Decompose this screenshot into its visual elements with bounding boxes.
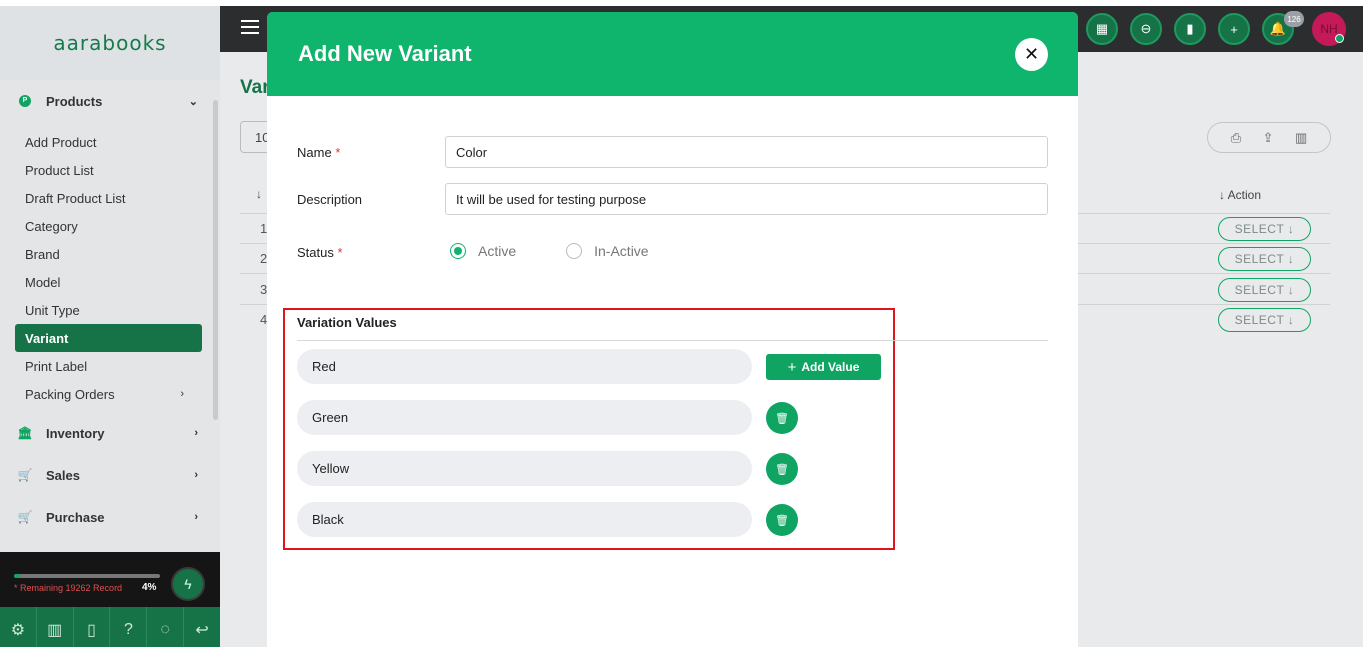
sidebar-section-label: Sales: [46, 467, 80, 483]
trash-icon: 🗑: [775, 412, 789, 425]
remaining-records-text: * Remaining 19262 Record: [14, 583, 123, 593]
sidebar-section-label: Purchase: [46, 509, 105, 525]
sidebar-item-print-label[interactable]: Print Label: [15, 352, 202, 380]
chevron-right-icon: ›: [194, 511, 198, 523]
variation-value-input[interactable]: Green: [297, 400, 752, 435]
logout-icon[interactable]: ↩: [184, 607, 220, 647]
notification-badge: 126: [1284, 11, 1304, 27]
delete-value-button[interactable]: 🗑: [766, 453, 798, 485]
sort-arrow-icon[interactable]: ↓: [256, 187, 262, 201]
sidebar-item-unit-type[interactable]: Unit Type: [15, 296, 202, 324]
remaining-percent: 4%: [142, 582, 157, 593]
chevron-down-icon: ⌄: [188, 95, 198, 108]
upgrade-button[interactable]: ϟ: [171, 567, 205, 601]
sidebar: aarabooks P Products ⌄ Add Product Produ…: [0, 6, 220, 647]
plus-icon: +: [787, 358, 797, 376]
delete-value-button[interactable]: 🗑: [766, 402, 798, 434]
sidebar-item-variant[interactable]: Variant: [15, 324, 202, 352]
cart-icon: 🛒: [17, 468, 33, 482]
modal-header: Add New Variant ✕: [267, 12, 1078, 96]
sidebar-item-draft-product-list[interactable]: Draft Product List: [15, 184, 202, 212]
menu-toggle-icon[interactable]: [241, 20, 259, 34]
record-progress-bar: [14, 574, 160, 578]
sidebar-menu: P Products ⌄ Add Product Product List Dr…: [0, 86, 212, 556]
book-icon[interactable]: ▯: [74, 607, 111, 647]
page-title: Var: [240, 77, 270, 98]
help-icon[interactable]: ?: [110, 607, 148, 647]
status-inactive-label[interactable]: In-Active: [594, 243, 648, 259]
name-label: Name *: [297, 145, 341, 160]
book-icon[interactable]: ▮: [1174, 13, 1206, 45]
chevron-right-icon: ›: [194, 469, 198, 481]
close-icon: ✕: [1023, 44, 1040, 64]
online-status-dot: [1335, 34, 1344, 43]
print-icon[interactable]: ⎙: [1231, 130, 1241, 146]
action-column-header[interactable]: ↓ Action: [1219, 188, 1261, 202]
status-active-radio[interactable]: [450, 243, 466, 259]
status-radio-group: Active In-Active: [450, 243, 699, 259]
description-field[interactable]: It will be used for testing purpose: [445, 183, 1048, 215]
bank-icon: 🏛: [17, 426, 33, 440]
select-button[interactable]: SELECT ↓: [1218, 308, 1311, 332]
sidebar-section-inventory[interactable]: 🏛 Inventory ›: [17, 423, 198, 443]
variation-value-input[interactable]: Black: [297, 502, 752, 537]
sidebar-scrollbar[interactable]: [213, 100, 218, 420]
trash-icon: 🗑: [775, 514, 789, 527]
delete-value-button[interactable]: 🗑: [766, 504, 798, 536]
sidebar-item-packing-orders[interactable]: Packing Orders ›: [15, 380, 202, 408]
description-label: Description: [297, 192, 363, 207]
chevron-right-icon: ›: [194, 427, 198, 439]
variation-value-input[interactable]: Red: [297, 349, 752, 384]
sidebar-footer: ⚙ ▥ ▯ ? ◌ ↩: [0, 607, 220, 647]
report-icon[interactable]: ▥: [37, 607, 74, 647]
add-variant-modal: Add New Variant ✕ Name * Color Descripti…: [267, 12, 1078, 647]
status-active-label[interactable]: Active: [478, 243, 516, 259]
status-inactive-radio[interactable]: [566, 243, 583, 259]
sidebar-section-label: Inventory: [46, 425, 105, 441]
sidebar-section-label: Products: [46, 93, 103, 109]
settings-icon[interactable]: ⚙: [0, 607, 37, 647]
products-icon: P: [18, 94, 32, 108]
add-icon[interactable]: +: [1218, 13, 1250, 45]
cart-icon: 🛒: [17, 510, 33, 524]
record-progress-fill: [14, 574, 20, 578]
select-button[interactable]: SELECT ↓: [1218, 247, 1311, 271]
calculator-icon[interactable]: ▦: [1086, 13, 1118, 45]
columns-icon[interactable]: ▥: [1295, 130, 1307, 146]
export-icon[interactable]: ⇪: [1263, 130, 1274, 146]
close-button[interactable]: ✕: [1015, 38, 1048, 71]
variation-values-title: Variation Values: [297, 315, 397, 330]
sidebar-item-product-list[interactable]: Product List: [15, 156, 202, 184]
modal-title: Add New Variant: [298, 41, 472, 66]
record-usage-panel: * Remaining 19262 Record 4% ϟ: [0, 552, 220, 607]
chat-icon[interactable]: ◌: [147, 607, 185, 647]
app-logo[interactable]: aarabooks: [0, 6, 220, 80]
sidebar-section-sales[interactable]: 🛒 Sales ›: [18, 465, 198, 485]
lightning-icon: ϟ: [184, 576, 192, 592]
scan-icon[interactable]: ⊖: [1130, 13, 1162, 45]
trash-icon: 🗑: [775, 463, 789, 476]
sidebar-item-brand[interactable]: Brand: [15, 240, 202, 268]
table-tools: ⎙ ⇪ ▥: [1207, 122, 1331, 153]
add-value-button[interactable]: + Add Value: [766, 354, 881, 380]
sidebar-item-add-product[interactable]: Add Product: [15, 128, 202, 156]
sidebar-item-category[interactable]: Category: [15, 212, 202, 240]
name-field[interactable]: Color: [445, 136, 1048, 168]
status-label: Status *: [297, 245, 343, 260]
sidebar-section-products[interactable]: P Products ⌄: [18, 91, 198, 111]
select-button[interactable]: SELECT ↓: [1218, 217, 1311, 241]
sidebar-section-purchase[interactable]: 🛒 Purchase ›: [18, 507, 198, 527]
select-button[interactable]: SELECT ↓: [1218, 278, 1311, 302]
sidebar-item-model[interactable]: Model: [15, 268, 202, 296]
variation-divider: [297, 340, 1048, 341]
chevron-right-icon: ›: [180, 388, 184, 400]
variation-value-input[interactable]: Yellow: [297, 451, 752, 486]
